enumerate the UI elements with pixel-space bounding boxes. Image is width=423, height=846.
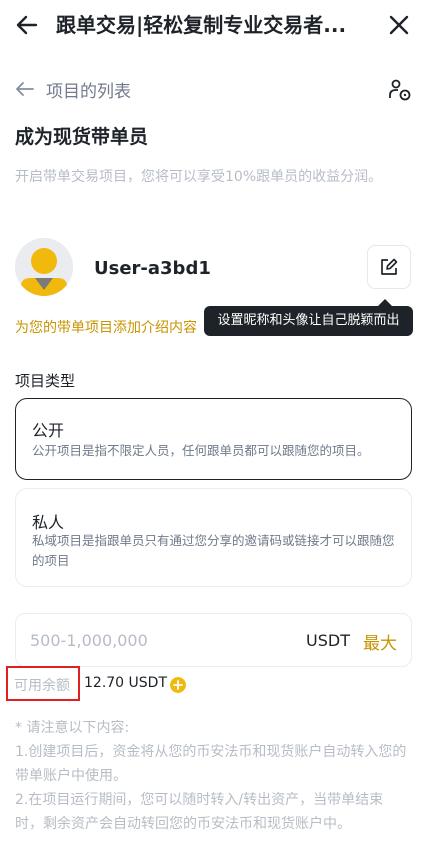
project-type-public-option[interactable]: 公开 公开项目是指不限定人员，任何跟单员都可以跟随您的项目。 <box>15 398 412 480</box>
back-arrow-icon <box>16 82 34 96</box>
option-description: 公开项目是指不限定人员，任何跟单员都可以跟随您的项目。 <box>32 443 370 458</box>
edit-icon <box>381 258 398 275</box>
project-type-private-option[interactable]: 私人 私域项目是指跟单员只有通过您分享的邀请码或链接才可以跟随您的项目 <box>15 488 412 587</box>
top-bar: 跟单交易|轻松复制专业交易者... <box>0 0 423 50</box>
amount-field: USDT 最大 <box>15 613 412 667</box>
note-item: 2.在项目运行期间，您可以随时转入/转出资产，当带单结束时，剩余资产会自动转回您… <box>15 792 384 832</box>
intro-text: 开启带单交易项目，您将可以享受10%跟单员的收益分润。 <box>15 169 383 185</box>
close-icon[interactable] <box>386 12 412 38</box>
profile-tooltip: 设置昵称和头像让自己脱颖而出 <box>204 306 413 336</box>
currency-unit: USDT <box>306 631 350 650</box>
option-description: 私域项目是指跟单员只有通过您分享的邀请码或链接才可以跟随您的项目 <box>32 533 395 568</box>
tooltip-caret <box>378 299 392 306</box>
avatar-image <box>15 238 73 296</box>
page-title: 跟单交易|轻松复制专业交易者... <box>56 13 347 37</box>
back-arrow-icon[interactable] <box>14 12 40 38</box>
available-balance-label: 可用余额 <box>14 678 70 694</box>
amount-input[interactable] <box>30 626 260 654</box>
project-type-label: 项目类型 <box>15 372 76 390</box>
breadcrumb-label: 项目的列表 <box>46 81 131 102</box>
notes-title: * 请注意以下内容: <box>15 720 130 736</box>
user-settings-icon[interactable] <box>388 78 412 102</box>
edit-profile-button[interactable] <box>367 245 411 289</box>
notes-section: * 请注意以下内容: 1.创建项目后，资金将从您的币安法币和现货账户自动转入您的… <box>15 716 410 836</box>
transfer-plus-icon[interactable] <box>170 677 186 693</box>
max-button[interactable]: 最大 <box>363 629 397 654</box>
option-title: 公开 <box>32 421 65 440</box>
breadcrumb[interactable]: 项目的列表 <box>14 76 131 102</box>
avatar[interactable] <box>15 238 73 296</box>
option-title: 私人 <box>32 513 65 532</box>
username: User-a3bd1 <box>94 258 211 279</box>
section-heading: 成为现货带单员 <box>15 126 149 148</box>
add-introduction-link[interactable]: 为您的带单项目添加介绍内容 <box>15 317 197 337</box>
note-item: 1.创建项目后，资金将从您的币安法币和现货账户自动转入您的带单账户中使用。 <box>15 744 407 784</box>
available-balance-value: 12.70 USDT <box>84 675 167 691</box>
